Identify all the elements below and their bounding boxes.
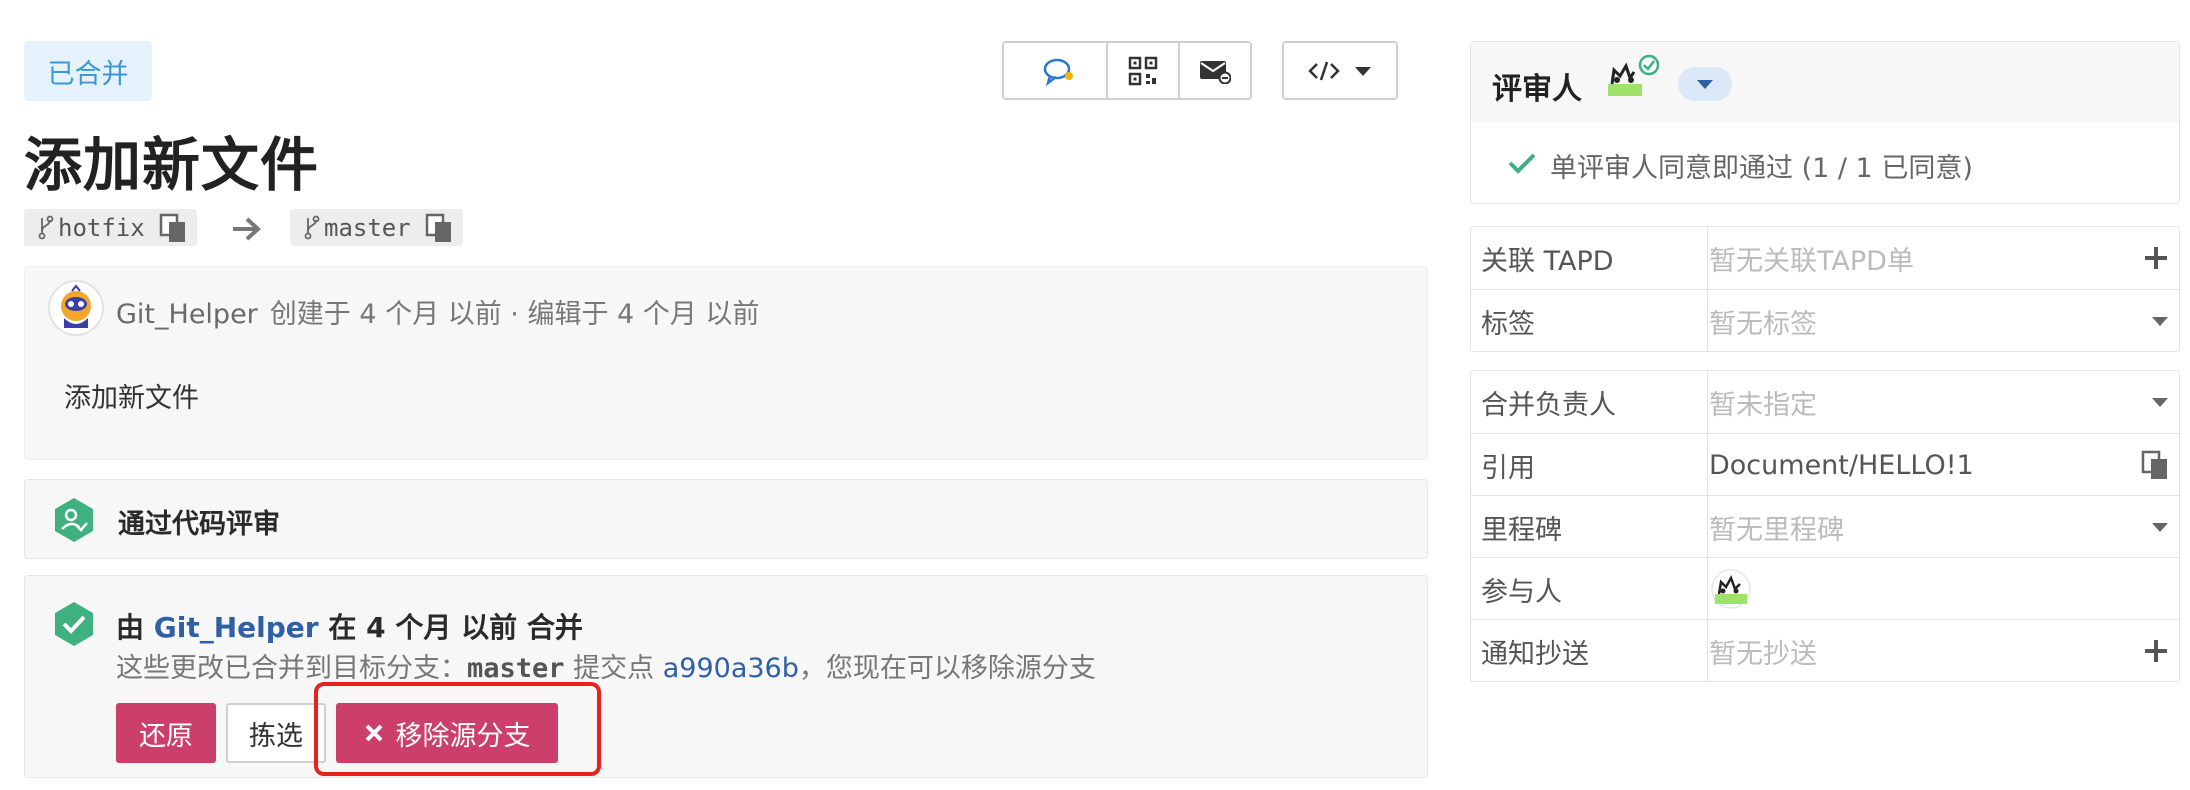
meta-label-milestone: 里程碑: [1481, 514, 1562, 546]
meta-value-cc: 暂无抄送: [1709, 638, 1817, 670]
plus-icon: [2145, 247, 2167, 269]
meta-row-participants: 参与人: [1471, 557, 2179, 619]
meta-label-assignee: 合并负责人: [1481, 389, 1616, 421]
page-title: 添加新文件: [24, 131, 320, 199]
branch-icon: [304, 215, 320, 239]
meta-value-participants: [1709, 558, 1753, 620]
code-dropdown-button[interactable]: [1282, 41, 1398, 100]
assignee-dropdown[interactable]: [2151, 371, 2169, 433]
reviewer-avatar-icon[interactable]: [1604, 54, 1660, 102]
meta-label-reference: 引用: [1481, 452, 1535, 484]
copy-icon[interactable]: [425, 213, 453, 243]
meta-label-labels: 标签: [1481, 308, 1535, 340]
author-meta: 创建于 4 个月 以前 · 编辑于 4 个月 以前: [269, 299, 760, 330]
merge-details: 这些更改已合并到目标分支：master 提交点 a990a36b，您现在可以移除…: [116, 646, 1096, 685]
meta-value-milestone: 暂无里程碑: [1709, 514, 1844, 546]
meta-row-assignee[interactable]: 合并负责人 暂未指定: [1471, 371, 2179, 433]
copy-icon[interactable]: [159, 213, 187, 243]
reviewer-title: 评审人: [1492, 72, 1582, 107]
meta-table-details: 合并负责人 暂未指定 引用 Document/HELLO!1 里程碑 暂无里程碑…: [1470, 370, 2180, 682]
branch-icon: [38, 215, 54, 239]
comment-icon: [1043, 58, 1073, 86]
avatar[interactable]: [48, 280, 104, 336]
target-branch: master: [290, 209, 463, 246]
copy-icon: [2141, 450, 2167, 479]
plus-icon: [2145, 640, 2167, 662]
meta-row-labels[interactable]: 标签 暂无标签: [1471, 289, 2179, 351]
merge-details-mid: 提交点: [573, 653, 655, 684]
author-line: Git_Helper 创建于 4 个月 以前 · 编辑于 4 个月 以前: [116, 292, 759, 331]
code-icon: [1308, 61, 1340, 80]
email-button[interactable]: [1178, 43, 1250, 98]
labels-dropdown[interactable]: [2151, 290, 2169, 352]
caret-down-icon: [2152, 317, 2168, 326]
meta-table-tapd-labels: 关联 TAPD 暂无关联TAPD单 标签 暂无标签: [1470, 226, 2180, 352]
cherry-pick-button[interactable]: 拣选: [226, 703, 326, 763]
mail-icon: [1200, 60, 1231, 84]
meta-label-cc: 通知抄送: [1481, 638, 1589, 670]
meta-row-milestone[interactable]: 里程碑 暂无里程碑: [1471, 495, 2179, 557]
meta-row-tapd: 关联 TAPD 暂无关联TAPD单: [1471, 227, 2179, 289]
merge-target-branch: master: [467, 653, 565, 684]
status-badge: 已合并: [24, 41, 152, 101]
meta-label-tapd: 关联 TAPD: [1481, 245, 1614, 277]
reviewer-dropdown-toggle[interactable]: [1678, 67, 1732, 101]
share-button-group: [1106, 41, 1252, 100]
reviewer-approval-status: 单评审人同意即通过 (1 / 1 已同意): [1550, 153, 1973, 184]
commit-link[interactable]: a990a36b: [663, 653, 799, 684]
merge-details-suffix: ，您现在可以移除源分支: [798, 653, 1096, 684]
source-branch: hotfix: [24, 209, 197, 246]
meta-value-reference: Document/HELLO!1: [1709, 449, 1974, 481]
meta-label-participants: 参与人: [1481, 576, 1562, 608]
caret-down-icon: [1355, 66, 1371, 76]
merge-author-link[interactable]: Git_Helper: [154, 611, 319, 644]
check-icon: [1508, 153, 1536, 174]
meta-value-tapd: 暂无关联TAPD单: [1709, 245, 1914, 277]
milestone-dropdown[interactable]: [2151, 496, 2169, 558]
description-body: 添加新文件: [64, 383, 199, 414]
review-status-text: 通过代码评审: [118, 509, 280, 540]
merge-summary: 由 Git_Helper 在 4 个月 以前 合并: [116, 606, 583, 646]
meta-row-reference: 引用 Document/HELLO!1: [1471, 433, 2179, 495]
caret-down-icon: [1697, 80, 1713, 89]
meta-value-assignee: 暂未指定: [1709, 389, 1817, 421]
avatar-mascot-icon: [61, 284, 91, 328]
highlight-annotation-box: [314, 682, 601, 776]
add-tapd-button[interactable]: [2143, 227, 2169, 289]
caret-down-icon: [2152, 398, 2168, 407]
merged-check-icon: [55, 602, 93, 646]
reviewer-badge-icon: [55, 498, 93, 542]
qrcode-button[interactable]: [1108, 43, 1178, 98]
merge-prefix: 由: [116, 611, 145, 644]
merge-suffix: 在 4 个月 以前 合并: [328, 611, 583, 644]
participant-avatar-icon[interactable]: [1709, 569, 1753, 609]
add-cc-button[interactable]: [2143, 620, 2169, 682]
caret-down-icon: [2152, 523, 2168, 532]
author-link[interactable]: Git_Helper: [116, 299, 258, 330]
copy-reference-button[interactable]: [2141, 434, 2169, 496]
source-branch-name: hotfix: [58, 213, 145, 242]
arrow-right-icon: [233, 217, 261, 241]
meta-value-labels: 暂无标签: [1709, 308, 1817, 340]
target-branch-name: master: [324, 213, 411, 242]
meta-row-cc: 通知抄送 暂无抄送: [1471, 619, 2179, 681]
comment-button[interactable]: [1002, 41, 1116, 100]
merge-details-prefix: 这些更改已合并到目标分支：: [116, 653, 467, 684]
revert-button[interactable]: 还原: [116, 703, 216, 763]
qrcode-icon: [1128, 56, 1158, 85]
